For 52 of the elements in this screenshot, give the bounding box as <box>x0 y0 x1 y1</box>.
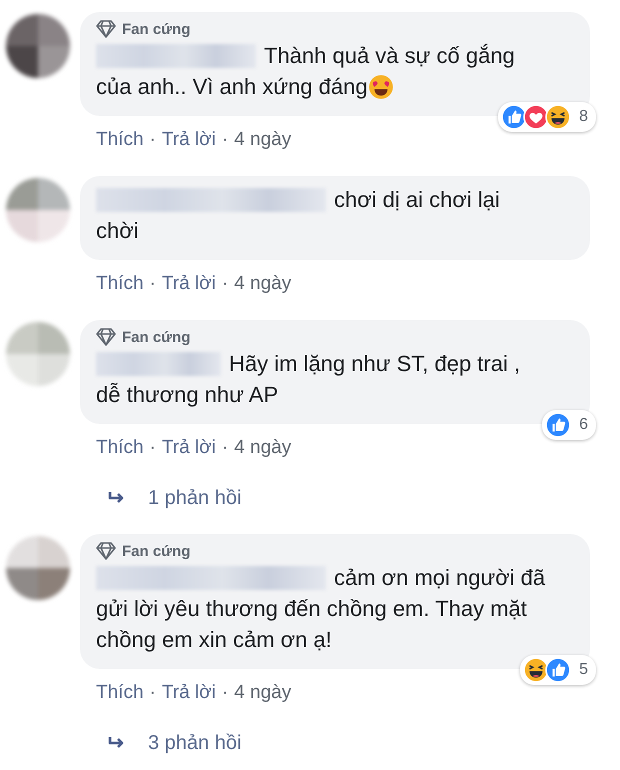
action-link[interactable]: Trả lời <box>162 682 216 704</box>
timestamp: 4 ngày <box>234 273 292 295</box>
comment-text: chơi dị ai chơi lại <box>334 186 500 214</box>
action-link[interactable]: Thích <box>96 273 144 295</box>
thumbs-up-icon <box>501 104 528 130</box>
reaction-summary[interactable]: 8 <box>498 102 596 132</box>
comment-text: cảm ơn mọi người đã <box>334 564 546 592</box>
action-link[interactable]: Trả lời <box>162 273 216 295</box>
reaction-count: 8 <box>579 108 588 126</box>
timestamp: 4 ngày <box>234 682 292 704</box>
laughing-face-icon <box>545 104 572 130</box>
avatar[interactable] <box>6 14 70 78</box>
separator: · <box>222 682 228 704</box>
action-link[interactable]: Thích <box>96 437 144 459</box>
reply-arrow-icon <box>108 736 126 750</box>
comment-text: dễ thương như AP <box>96 381 278 409</box>
timestamp: 4 ngày <box>234 437 292 459</box>
comment-text: Thành quả và sự cố gắng <box>264 42 515 70</box>
separator: · <box>150 437 156 459</box>
separator: · <box>222 437 228 459</box>
reply-arrow-icon <box>108 491 126 505</box>
badge-label: Fan cứng <box>122 20 190 38</box>
action-link[interactable]: Thích <box>96 682 144 704</box>
diamond-icon <box>96 542 116 560</box>
diamond-icon <box>96 328 116 346</box>
comment-text: chồng em xin cảm ơn ạ! <box>96 626 332 654</box>
laughing-face-icon <box>523 657 550 683</box>
timestamp: 4 ngày <box>234 129 292 151</box>
replies-link[interactable]: 3 phản hồi <box>148 732 242 754</box>
separator: · <box>222 273 228 295</box>
reaction-count: 6 <box>579 416 588 434</box>
separator: · <box>222 129 228 151</box>
comment-text: chời <box>96 217 139 245</box>
comment-text: Hãy im lặng như ST, đẹp trai , <box>229 350 520 378</box>
badge-label: Fan cứng <box>122 328 190 346</box>
comment-text: của anh.. Vì anh xứng đáng <box>96 73 368 101</box>
reaction-summary[interactable]: 5 <box>520 655 596 685</box>
thumbs-up-icon <box>545 412 572 438</box>
comment-text: gửi lời yêu thương đến chồng em. Thay mặt <box>96 595 527 623</box>
action-link[interactable]: Thích <box>96 129 144 151</box>
action-link[interactable]: Trả lời <box>162 129 216 151</box>
separator: · <box>150 682 156 704</box>
diamond-icon <box>96 20 116 38</box>
separator: · <box>150 273 156 295</box>
reaction-count: 5 <box>579 661 588 679</box>
separator: · <box>150 129 156 151</box>
reaction-summary[interactable]: 6 <box>542 410 596 440</box>
thumbs-up-icon <box>545 657 572 683</box>
replies-link[interactable]: 1 phản hồi <box>148 486 242 510</box>
action-link[interactable]: Trả lời <box>162 437 216 459</box>
badge-label: Fan cứng <box>122 542 190 560</box>
heart-eyes-emoji-icon <box>368 74 394 100</box>
